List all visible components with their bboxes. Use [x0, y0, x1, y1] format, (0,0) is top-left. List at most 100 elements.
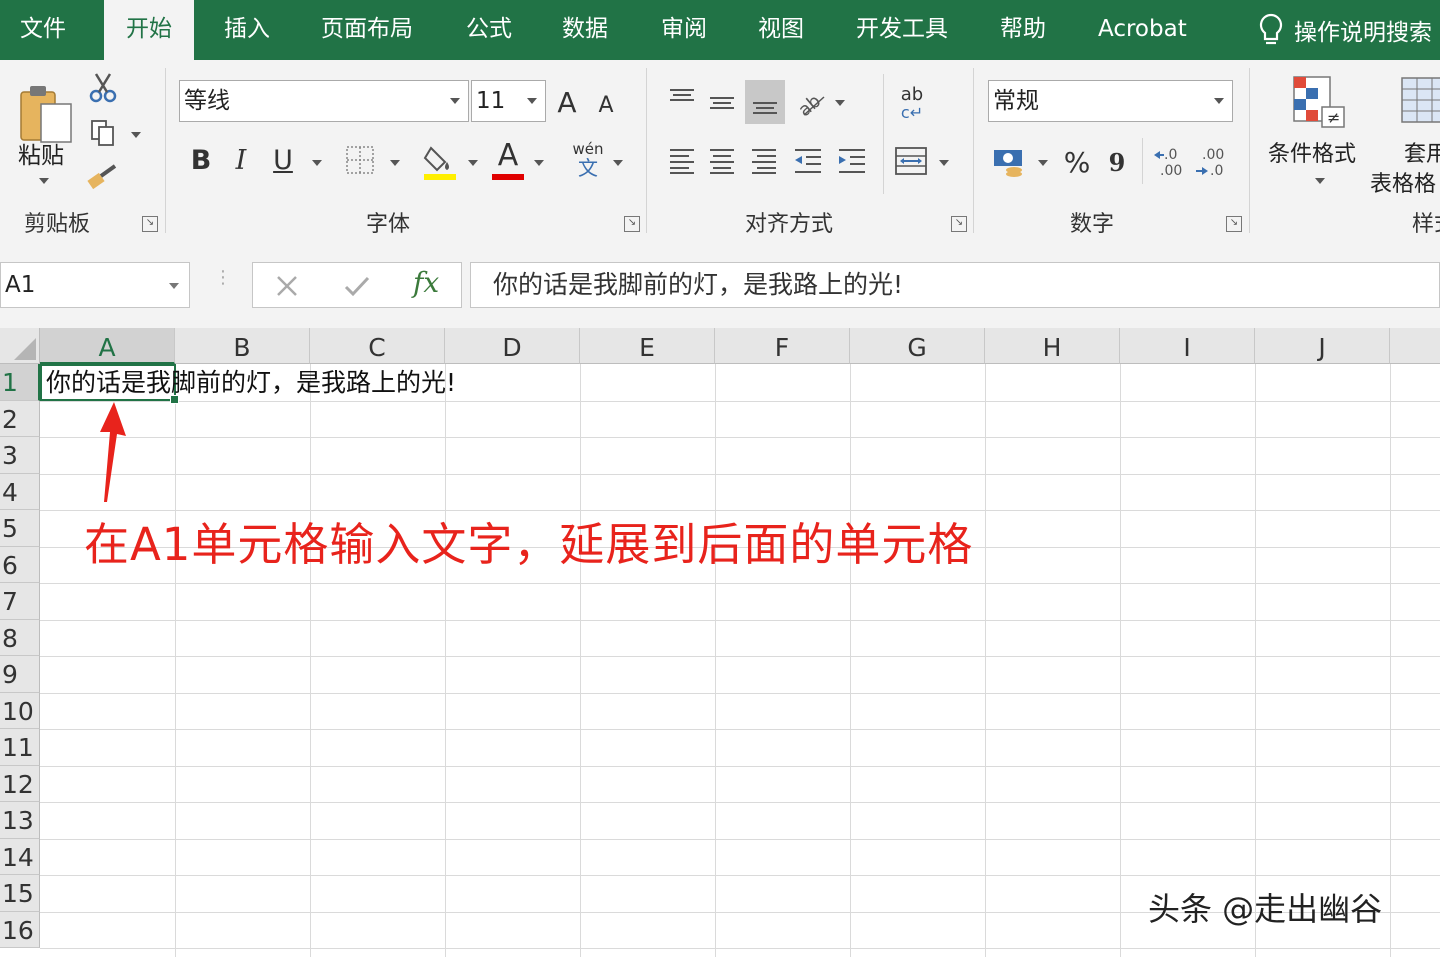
middle-align-button[interactable]	[705, 88, 739, 118]
column-header-b[interactable]: B	[175, 328, 310, 364]
number-format-combo[interactable]: 常规	[988, 80, 1233, 122]
enter-check-icon[interactable]	[343, 274, 371, 298]
shrink-font-button[interactable]: A	[592, 88, 620, 122]
tab-acrobat[interactable]: Acrobat	[1098, 0, 1187, 60]
row-header-10[interactable]: 10	[0, 692, 40, 729]
clipboard-dialog-launcher[interactable]: ↘	[142, 216, 158, 232]
borders-dropdown-arrow[interactable]	[390, 160, 400, 166]
format-as-table-button[interactable]	[1400, 74, 1440, 134]
increase-decimal-button[interactable]: .0.00	[1152, 144, 1188, 180]
decrease-indent-button[interactable]	[791, 146, 825, 176]
font-dialog-launcher[interactable]: ↘	[624, 216, 640, 232]
align-center-button[interactable]	[705, 146, 739, 176]
column-header-e[interactable]: E	[580, 328, 715, 364]
tab-insert[interactable]: 插入	[224, 0, 270, 60]
merge-center-button[interactable]	[893, 144, 929, 178]
orientation-button[interactable]: ab	[795, 86, 829, 120]
column-header-j[interactable]: J	[1255, 328, 1390, 364]
column-header-i[interactable]: I	[1120, 328, 1255, 364]
column-header-g[interactable]: G	[850, 328, 985, 364]
top-align-button[interactable]	[665, 84, 699, 114]
phonetic-guide-button[interactable]: wén 文	[568, 140, 608, 180]
insert-function-button[interactable]: fx	[413, 266, 439, 299]
column-header-c[interactable]: C	[310, 328, 445, 364]
row-header-1[interactable]: 1	[0, 364, 40, 401]
cut-button[interactable]	[86, 70, 120, 104]
borders-button[interactable]	[344, 144, 376, 176]
italic-button[interactable]: I	[226, 142, 256, 178]
bold-button[interactable]: B	[186, 142, 216, 178]
merge-dropdown-arrow[interactable]	[939, 160, 949, 166]
worksheet-grid[interactable]: ABCDEFGHIJ 1 2 3 4 5 6 7 8 9 10 11 12 13 14 15 16 你的话是我…	[0, 328, 1440, 957]
orientation-dropdown-arrow[interactable]	[835, 100, 845, 106]
accounting-dropdown-arrow[interactable]	[1038, 160, 1048, 166]
row-header-12[interactable]: 12	[0, 765, 40, 802]
copy-dropdown-arrow[interactable]	[131, 132, 141, 138]
grow-font-button[interactable]: A	[552, 84, 582, 120]
copy-button[interactable]	[86, 116, 120, 150]
row-header-9[interactable]: 9	[0, 656, 40, 693]
select-all-triangle-icon	[14, 338, 36, 360]
column-header-a[interactable]: A	[40, 328, 175, 364]
alignment-dialog-launcher[interactable]: ↘	[951, 216, 967, 232]
number-dialog-launcher[interactable]: ↘	[1226, 216, 1242, 232]
tab-formulas[interactable]: 公式	[466, 0, 512, 60]
font-size-combo[interactable]: 11	[471, 80, 546, 122]
row-header-2[interactable]: 2	[0, 400, 40, 437]
row-header-15[interactable]: 15	[0, 875, 40, 912]
column-header-partial[interactable]	[1390, 328, 1440, 364]
tab-page-layout[interactable]: 页面布局	[321, 0, 413, 60]
fill-color-button[interactable]	[423, 142, 457, 180]
conditional-formatting-button[interactable]: ≠	[1286, 72, 1350, 134]
row-header-14[interactable]: 14	[0, 838, 40, 875]
cancel-icon[interactable]	[275, 274, 299, 298]
row-header-8[interactable]: 8	[0, 619, 40, 656]
column-header-h[interactable]: H	[985, 328, 1120, 364]
row-header-5[interactable]: 5	[0, 510, 40, 547]
annotation-arrow	[100, 402, 126, 502]
select-all-button[interactable]	[0, 328, 40, 364]
column-header-f[interactable]: F	[715, 328, 850, 364]
conditional-formatting-dropdown-arrow[interactable]	[1315, 178, 1325, 184]
format-painter-button[interactable]	[86, 160, 120, 194]
tab-data[interactable]: 数据	[562, 0, 608, 60]
splitter-handle-icon[interactable]: ⋮	[214, 269, 232, 298]
underline-button[interactable]: U	[268, 142, 298, 178]
row-header-3[interactable]: 3	[0, 437, 40, 474]
row-header-13[interactable]: 13	[0, 802, 40, 839]
row-header-7[interactable]: 7	[0, 583, 40, 620]
font-color-button[interactable]: A	[491, 138, 525, 180]
tab-review[interactable]: 审阅	[661, 0, 707, 60]
bottom-align-button[interactable]	[745, 80, 785, 124]
grid-column-line	[715, 364, 716, 957]
increase-indent-button[interactable]	[835, 146, 869, 176]
paste-dropdown-arrow[interactable]	[39, 178, 49, 184]
column-header-d[interactable]: D	[445, 328, 580, 364]
row-header-11[interactable]: 11	[0, 729, 40, 766]
underline-dropdown-arrow[interactable]	[312, 160, 322, 166]
tab-developer[interactable]: 开发工具	[856, 0, 948, 60]
fill-color-dropdown-arrow[interactable]	[468, 160, 478, 166]
number-group: 常规 % 9 .0.00 .00.0 数字 ↘	[974, 60, 1249, 240]
wrap-text-button[interactable]: ab c↵	[895, 84, 929, 124]
row-header-4[interactable]: 4	[0, 473, 40, 510]
row-header-16[interactable]: 16	[0, 911, 40, 948]
name-box[interactable]: A1	[0, 262, 190, 308]
tab-view[interactable]: 视图	[758, 0, 804, 60]
accounting-format-button[interactable]	[990, 144, 1030, 180]
align-left-button[interactable]	[665, 146, 699, 176]
tab-file[interactable]: 文件	[20, 0, 66, 60]
align-right-button[interactable]	[747, 146, 781, 176]
font-color-dropdown-arrow[interactable]	[534, 160, 544, 166]
tab-home[interactable]: 开始	[104, 0, 194, 60]
formula-input[interactable]: 你的话是我脚前的灯，是我路上的光!	[470, 262, 1440, 308]
font-name-combo[interactable]: 等线	[179, 80, 469, 122]
decrease-decimal-button[interactable]: .00.0	[1194, 144, 1230, 180]
phonetic-dropdown-arrow[interactable]	[613, 160, 623, 166]
comma-style-button[interactable]: 9	[1104, 142, 1130, 182]
tab-help[interactable]: 帮助	[1000, 0, 1046, 60]
font-color-glyph: A	[497, 138, 519, 173]
tell-me-search[interactable]: 操作说明搜索	[1258, 0, 1432, 60]
percent-style-button[interactable]: %	[1060, 142, 1094, 182]
row-header-6[interactable]: 6	[0, 546, 40, 583]
